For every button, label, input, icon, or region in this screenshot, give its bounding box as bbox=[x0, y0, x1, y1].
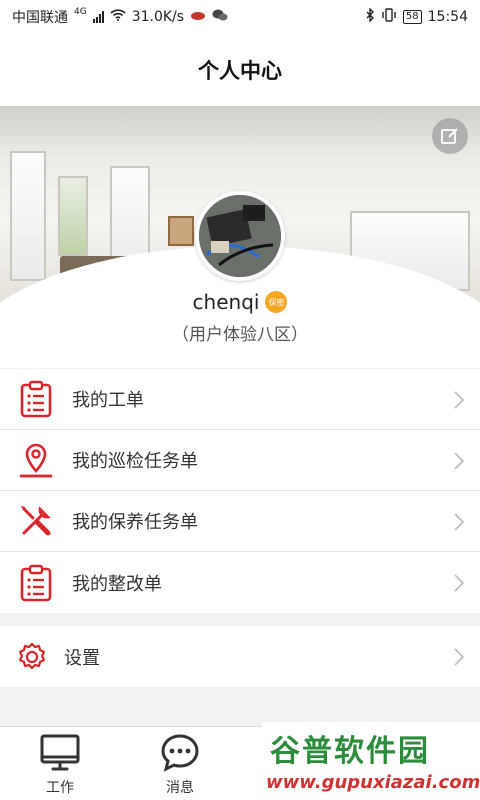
wechat-icon bbox=[212, 8, 228, 26]
edit-profile-button[interactable] bbox=[432, 118, 468, 154]
battery-level: 58 bbox=[402, 10, 422, 24]
clock: 15:54 bbox=[427, 9, 468, 25]
app-notification-icon bbox=[190, 9, 206, 25]
username: chenqi bbox=[192, 290, 260, 314]
tab-label: 工作 bbox=[46, 780, 74, 796]
menu-item-label: 我的整改单 bbox=[72, 573, 162, 595]
menu-item-label: 我的工单 bbox=[72, 390, 144, 411]
page-title: 个人中心 bbox=[198, 59, 282, 83]
watermark-url: www.gupuxiazai.com bbox=[266, 772, 480, 793]
watermark-text: 谷普软件园 bbox=[270, 734, 430, 769]
carrier-name: 中国联通 bbox=[12, 10, 68, 26]
menu-item-my-maintenance-tasks[interactable]: 我的保养任务单 bbox=[0, 491, 480, 552]
tab-messages[interactable]: 消息 bbox=[120, 727, 240, 800]
user-organization: （用户体验八区） bbox=[172, 325, 308, 345]
watermark-logo: 谷普软件园 www.gupuxiazai.com bbox=[262, 722, 480, 800]
menu-item-settings[interactable]: 设置 bbox=[0, 626, 480, 687]
monitor-icon bbox=[40, 734, 80, 771]
tab-work[interactable]: 工作 bbox=[0, 727, 120, 800]
chevron-right-icon bbox=[454, 648, 464, 666]
clipboard-list-icon bbox=[20, 564, 52, 601]
chevron-right-icon bbox=[454, 574, 464, 592]
clipboard-list-icon bbox=[20, 380, 52, 418]
title-bar: 个人中心 bbox=[0, 34, 480, 106]
tab-label: 消息 bbox=[166, 780, 194, 796]
vibrate-icon bbox=[381, 8, 397, 26]
chevron-right-icon bbox=[454, 513, 464, 531]
menu-item-my-rectification-orders[interactable]: 我的整改单 bbox=[0, 552, 480, 613]
avatar[interactable] bbox=[195, 191, 285, 281]
edit-icon bbox=[441, 128, 458, 144]
gear-icon bbox=[18, 642, 46, 669]
menu-item-label: 我的巡检任务单 bbox=[72, 451, 198, 472]
menu-list: 我的工单 我的巡检任务单 我的保养任务单 我的整改单 bbox=[0, 369, 480, 613]
chevron-right-icon bbox=[454, 391, 464, 409]
chevron-right-icon bbox=[454, 452, 464, 470]
menu-item-label: 我的保养任务单 bbox=[72, 512, 198, 533]
bluetooth-icon bbox=[365, 7, 375, 26]
menu-item-my-inspection-tasks[interactable]: 我的巡检任务单 bbox=[0, 430, 480, 491]
settings-label: 设置 bbox=[64, 647, 100, 669]
location-pin-icon bbox=[19, 443, 53, 478]
status-bar: 中国联通 4G 31.0K/s 58 15:54 bbox=[0, 0, 480, 34]
chat-bubble-icon bbox=[161, 734, 199, 772]
wrench-screwdriver-icon bbox=[21, 506, 51, 536]
profile-header: chenqi 保密 （用户体验八区） bbox=[0, 106, 480, 368]
net-speed: 31.0K/s bbox=[131, 9, 185, 25]
signal-icon bbox=[92, 11, 104, 23]
menu-item-my-work-orders[interactable]: 我的工单 bbox=[0, 369, 480, 430]
privacy-badge: 保密 bbox=[265, 291, 288, 313]
wifi-icon bbox=[110, 9, 126, 25]
network-type: 4G bbox=[74, 7, 87, 17]
user-info: chenqi 保密 bbox=[0, 290, 480, 314]
